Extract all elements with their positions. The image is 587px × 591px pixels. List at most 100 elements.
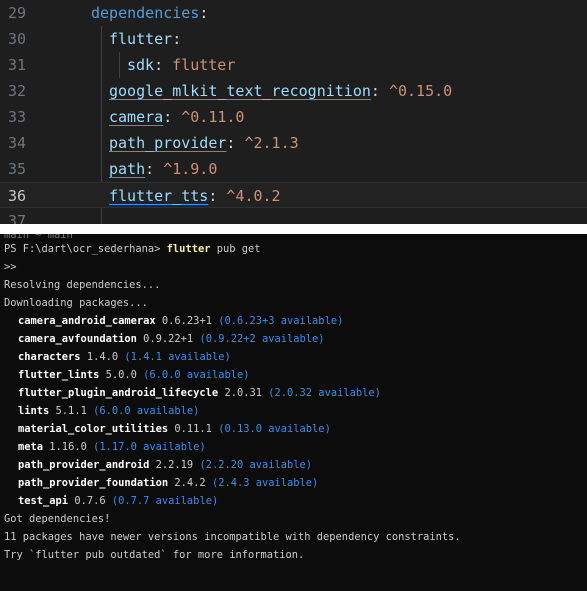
code-text: google_mlkit_text_recognition: ^0.15.0 — [109, 78, 452, 104]
package-name: characters — [18, 351, 81, 363]
code-token: ^2.1.3 — [244, 134, 299, 152]
package-available: (6.0.0 available) — [93, 405, 200, 417]
line-number: 29 — [8, 4, 27, 22]
code-line[interactable]: 29 dependencies: — [0, 0, 587, 26]
package-line: characters 1.4.0 (1.4.1 available) — [18, 348, 231, 366]
package-version: 0.6.23+1 — [161, 315, 212, 327]
package-version: 2.4.2 — [174, 477, 206, 489]
package-version: 2.0.31 — [224, 387, 262, 399]
code-line[interactable]: 35 path: ^1.9.0 — [0, 156, 587, 182]
package-line: lints 5.1.1 (6.0.0 available) — [18, 402, 199, 420]
prompt-line: PS F:\dart\ocr_sederhana> flutter pub ge… — [4, 240, 261, 258]
code-token: ^0.11.0 — [181, 108, 245, 126]
code-token: : — [370, 82, 389, 100]
code-line[interactable]: 37 — [0, 208, 587, 224]
package-version: 1.16.0 — [49, 441, 87, 453]
package-line: camera_avfoundation 0.9.22+1 (0.9.22+2 a… — [18, 330, 325, 348]
package-version: 2.2.19 — [155, 459, 194, 471]
code-token: path_provider — [109, 134, 227, 152]
package-line: test_api 0.7.6 (0.7.7 available) — [18, 492, 218, 510]
code-line[interactable]: 36 flutter_tts: ^4.0.2 — [0, 182, 587, 208]
code-line[interactable]: 31 sdk: flutter — [0, 52, 587, 78]
package-available: (1.17.0 available) — [93, 441, 206, 453]
code-text: flutter: — [109, 26, 181, 52]
summary-line: 11 packages have newer versions incompat… — [4, 531, 461, 543]
package-line: path_provider_android 2.2.19 (2.2.20 ava… — [18, 456, 312, 474]
package-available: (0.6.23+3 available) — [218, 315, 344, 327]
package-name: path_provider_foundation — [18, 477, 169, 489]
code-editor[interactable]: 29 dependencies: 30 flutter: 31 sdk: flutter 3… — [0, 0, 587, 224]
package-version: 5.1.1 — [55, 405, 87, 417]
package-line: path_provider_foundation 2.4.2 (2.4.3 av… — [18, 474, 318, 492]
line-number: 30 — [8, 30, 27, 48]
code-token: : — [163, 108, 182, 126]
code-line[interactable]: 33 camera: ^0.11.0 — [0, 104, 587, 130]
package-version: 0.11.1 — [174, 423, 212, 435]
code-token: camera — [109, 108, 164, 126]
code-text: flutter_tts: ^4.0.2 — [109, 183, 281, 209]
package-name: lints — [18, 405, 50, 417]
code-text: dependencies: — [91, 0, 208, 26]
code-token: flutter_tts — [109, 187, 209, 205]
package-available: (6.0.0 available) — [143, 369, 250, 381]
package-available: (0.7.7 available) — [111, 495, 219, 507]
line-number: 32 — [8, 82, 27, 100]
resolving-line: Resolving dependencies... — [4, 279, 161, 291]
prompt: PS F:\dart\ocr_sederhana> — [4, 243, 161, 255]
line-number: 37 — [8, 212, 27, 224]
code-token: : — [172, 30, 182, 48]
code-token: : — [199, 4, 209, 22]
code-token: flutter — [109, 30, 173, 48]
package-available: (2.0.32 available) — [268, 387, 381, 399]
line-number: 35 — [8, 160, 27, 178]
command: flutter — [166, 243, 211, 255]
package-name: meta — [18, 441, 44, 453]
code-text: sdk: flutter — [127, 52, 235, 78]
terminal-panel[interactable]: main ~ main PS F:\dart\ocr_sederhana> fl… — [0, 234, 587, 591]
package-available: (0.9.22+2 available) — [199, 333, 325, 345]
package-version: 5.0.0 — [105, 369, 137, 381]
package-name: test_api — [18, 495, 69, 507]
code-token: path — [109, 160, 146, 178]
command-args: pub get — [216, 243, 261, 255]
package-available: (2.4.3 available) — [211, 477, 319, 489]
code-token: ^1.9.0 — [163, 160, 218, 178]
code-token: : — [145, 160, 164, 178]
code-text: camera: ^0.11.0 — [109, 104, 244, 130]
code-token: : — [208, 187, 227, 205]
package-available: (2.2.20 available) — [199, 459, 313, 471]
code-token: google_mlkit_text_recognition — [109, 82, 371, 100]
line-number: 34 — [8, 134, 27, 152]
line-number: 36 — [8, 187, 27, 205]
package-name: material_color_utilities — [18, 423, 169, 435]
code-token: : — [226, 134, 245, 152]
package-line: meta 1.16.0 (1.17.0 available) — [18, 438, 206, 456]
package-version: 0.9.22+1 — [143, 333, 194, 345]
line-number: 31 — [8, 56, 27, 74]
package-line: material_color_utilities 0.11.1 (0.13.0 … — [18, 420, 331, 438]
code-token: : — [154, 56, 173, 74]
package-name: camera_avfoundation — [18, 333, 137, 345]
package-line: camera_android_camerax 0.6.23+1 (0.6.23+… — [18, 312, 343, 330]
code-line[interactable]: 32 google_mlkit_text_recognition: ^0.15.0 — [0, 78, 587, 104]
code-token: sdk — [127, 56, 155, 74]
code-line[interactable]: 30 flutter: — [0, 26, 587, 52]
code-line[interactable]: 34 path_provider: ^2.1.3 — [0, 130, 587, 156]
got-dependencies-line: Got dependencies! — [4, 513, 111, 525]
code-token: flutter — [172, 56, 236, 74]
package-version: 1.4.0 — [86, 351, 119, 363]
package-name: path_provider_android — [18, 459, 150, 471]
package-name: flutter_lints — [18, 369, 100, 381]
downloading-line: Downloading packages... — [4, 297, 148, 309]
code-token: ^0.15.0 — [388, 82, 453, 100]
package-line: flutter_lints 5.0.0 (6.0.0 available) — [18, 366, 250, 384]
code-token: ^4.0.2 — [226, 187, 281, 205]
package-name: camera_android_camerax — [18, 315, 156, 327]
code-text: path_provider: ^2.1.3 — [109, 130, 299, 156]
package-available: (1.4.1 available) — [124, 351, 231, 363]
package-name: flutter_plugin_android_lifecycle — [18, 387, 219, 399]
package-version: 0.7.6 — [74, 495, 106, 507]
line-number: 33 — [8, 108, 27, 126]
package-line: flutter_plugin_android_lifecycle 2.0.31 … — [18, 384, 381, 402]
continuation-line: >> — [4, 261, 17, 273]
